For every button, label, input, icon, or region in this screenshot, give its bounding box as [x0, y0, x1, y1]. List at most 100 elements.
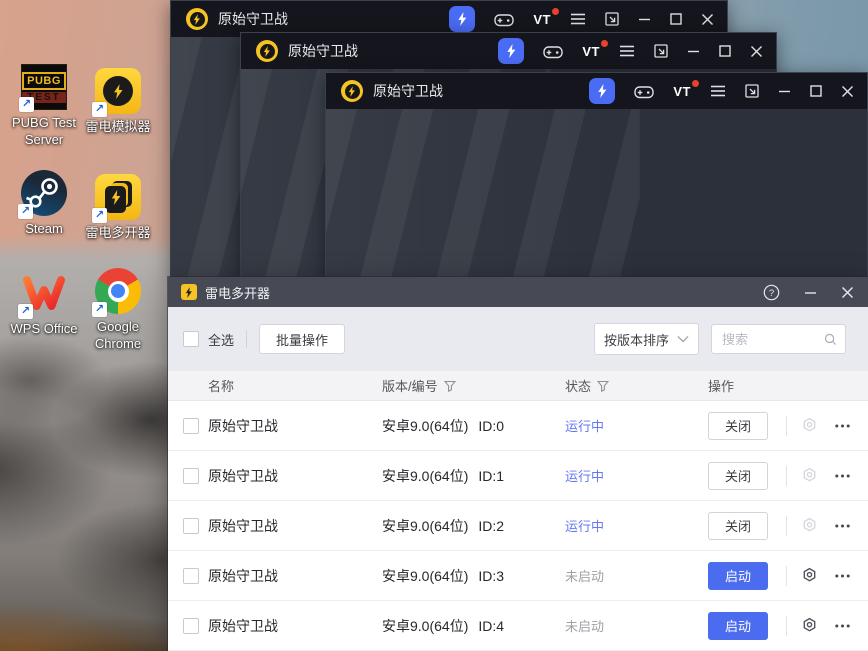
minimize-button[interactable]: [687, 45, 700, 58]
minimize-button[interactable]: [804, 286, 817, 299]
shortcut-arrow-icon: ↗: [92, 302, 107, 317]
instance-os: 安卓9.0(64位): [382, 516, 468, 536]
more-options-icon[interactable]: [834, 568, 851, 584]
menu-icon[interactable]: [619, 45, 635, 57]
instance-name: 原始守卫战: [208, 566, 382, 586]
search-box[interactable]: [711, 324, 846, 354]
instance-name: 原始守卫战: [208, 416, 382, 436]
emulator-titlebar[interactable]: 原始守卫战 VT: [241, 33, 776, 69]
action-divider: [786, 616, 787, 636]
svg-text:?: ?: [769, 288, 774, 299]
instance-row: 原始守卫战 安卓9.0(64位)ID:2 运行中 关闭: [168, 501, 868, 551]
instance-id: ID:0: [478, 418, 504, 434]
fullscreen-icon[interactable]: [745, 84, 759, 98]
desktop-icon-label: 雷电多开器: [85, 225, 150, 242]
boost-icon[interactable]: [589, 78, 615, 104]
shortcut-arrow-icon: ↗: [92, 208, 107, 223]
notification-dot: [692, 80, 699, 87]
instance-row: 原始守卫战 安卓9.0(64位)ID:1 运行中 关闭: [168, 451, 868, 501]
instance-name: 原始守卫战: [208, 616, 382, 636]
fullscreen-icon[interactable]: [654, 44, 668, 58]
batch-action-button[interactable]: 批量操作: [259, 324, 345, 354]
maximize-button[interactable]: [670, 13, 682, 25]
notification-dot: [601, 40, 608, 47]
fullscreen-icon[interactable]: [605, 12, 619, 26]
search-input[interactable]: [720, 331, 824, 348]
manager-titlebar[interactable]: 雷电多开器 ?: [168, 277, 868, 307]
more-options-icon[interactable]: [834, 468, 851, 484]
row-checkbox[interactable]: [183, 468, 199, 484]
vt-icon[interactable]: VT: [673, 84, 691, 99]
select-all-checkbox[interactable]: [183, 331, 199, 347]
steam-icon: ↗: [21, 170, 67, 216]
stop-button[interactable]: 关闭: [708, 462, 768, 490]
maximize-button[interactable]: [719, 45, 731, 57]
gamepad-icon[interactable]: [494, 12, 514, 27]
stop-button[interactable]: 关闭: [708, 512, 768, 540]
start-button[interactable]: 启动: [708, 562, 768, 590]
ldmultiplayer-icon: ↗: [95, 174, 141, 220]
more-options-icon[interactable]: [834, 518, 851, 534]
row-checkbox[interactable]: [183, 618, 199, 634]
settings-gear-icon[interactable]: [801, 617, 818, 634]
wps-icon: ↗: [21, 270, 67, 316]
filter-icon[interactable]: [597, 380, 609, 392]
settings-gear-icon[interactable]: [801, 467, 818, 484]
filter-icon[interactable]: [444, 380, 456, 392]
settings-gear-icon[interactable]: [801, 517, 818, 534]
vt-icon[interactable]: VT: [582, 44, 600, 59]
more-options-icon[interactable]: [834, 618, 851, 634]
status-badge: 运行中: [565, 516, 604, 535]
toolbar-divider: [246, 330, 247, 348]
row-checkbox[interactable]: [183, 418, 199, 434]
minimize-button[interactable]: [638, 13, 651, 26]
row-checkbox[interactable]: [183, 568, 199, 584]
desktop-icon-ldmultiplayer[interactable]: ↗ 雷电多开器: [81, 174, 155, 242]
action-divider: [786, 516, 787, 536]
sort-dropdown[interactable]: 按版本排序: [594, 323, 699, 355]
close-button[interactable]: [841, 85, 854, 98]
instance-id: ID:1: [478, 468, 504, 484]
chrome-icon: ↗: [95, 268, 141, 314]
row-checkbox[interactable]: [183, 518, 199, 534]
close-button[interactable]: [750, 45, 763, 58]
instance-id: ID:2: [478, 518, 504, 534]
close-button[interactable]: [701, 13, 714, 26]
vt-icon[interactable]: VT: [533, 12, 551, 27]
menu-icon[interactable]: [710, 85, 726, 97]
settings-gear-icon[interactable]: [801, 417, 818, 434]
settings-gear-icon[interactable]: [801, 567, 818, 584]
gamepad-icon[interactable]: [634, 84, 654, 99]
header-name: 名称: [208, 376, 382, 395]
manager-window-title: 雷电多开器: [205, 283, 270, 302]
gamepad-icon[interactable]: [543, 44, 563, 59]
menu-icon[interactable]: [570, 13, 586, 25]
instance-os: 安卓9.0(64位): [382, 566, 468, 586]
instance-os: 安卓9.0(64位): [382, 466, 468, 486]
minimize-button[interactable]: [778, 85, 791, 98]
table-header: 名称 版本/编号 状态 操作: [168, 371, 868, 401]
notification-dot: [552, 8, 559, 15]
desktop-icon-wps-office[interactable]: ↗ WPS Office: [7, 270, 81, 338]
close-button[interactable]: [841, 286, 854, 299]
desktop-icon-steam[interactable]: ↗ Steam: [7, 170, 81, 238]
desktop-icon-ldplayer[interactable]: ↗ 雷电模拟器: [81, 68, 155, 136]
maximize-button[interactable]: [810, 85, 822, 97]
desktop-icon-google-chrome[interactable]: ↗ Google Chrome: [81, 268, 155, 353]
shortcut-arrow-icon: ↗: [19, 97, 34, 112]
shortcut-arrow-icon: ↗: [18, 304, 33, 319]
emulator-titlebar[interactable]: 原始守卫战 VT: [326, 73, 867, 109]
boost-icon[interactable]: [498, 38, 524, 64]
more-options-icon[interactable]: [834, 418, 851, 434]
sort-dropdown-value: 按版本排序: [604, 330, 677, 349]
boost-icon[interactable]: [449, 6, 475, 32]
ldplayer-logo-icon: [341, 80, 363, 102]
status-badge: 运行中: [565, 466, 604, 485]
instance-id: ID:4: [478, 618, 504, 634]
desktop-icon-pubg-test-server[interactable]: PUBG TEST ↗ PUBG Test Server: [7, 64, 81, 149]
stop-button[interactable]: 关闭: [708, 412, 768, 440]
action-divider: [786, 566, 787, 586]
help-icon[interactable]: ?: [763, 284, 780, 301]
ldplayer-icon: ↗: [95, 68, 141, 114]
start-button[interactable]: 启动: [708, 612, 768, 640]
